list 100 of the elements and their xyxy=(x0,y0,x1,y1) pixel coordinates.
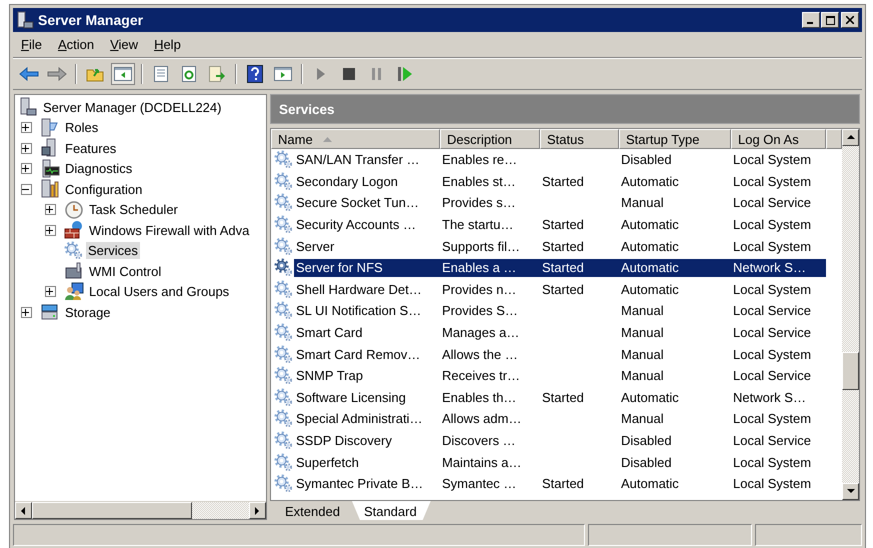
show-tree-icon[interactable] xyxy=(111,63,135,85)
table-cell-text: Started xyxy=(541,390,585,405)
minimize-button[interactable] xyxy=(802,12,820,28)
tree-item[interactable]: Windows Firewall with Adva xyxy=(87,222,252,239)
expand-toggle[interactable] xyxy=(45,224,56,236)
tree-item[interactable]: Diagnostics xyxy=(63,160,134,178)
table-cell-text: Started xyxy=(541,282,585,297)
expand-toggle[interactable] xyxy=(45,204,56,216)
expand-toggle[interactable] xyxy=(21,163,32,174)
scroll-down-button[interactable] xyxy=(842,483,859,500)
table-cell-text: Symantec … xyxy=(441,476,518,492)
column-header[interactable]: Name xyxy=(271,129,440,149)
expand-toggle[interactable] xyxy=(45,286,56,298)
menu-item[interactable]: Help xyxy=(148,36,187,53)
table-cell-text: Server for NFS xyxy=(295,260,384,276)
tree-item[interactable]: Storage xyxy=(63,304,113,321)
menu-item[interactable]: Action xyxy=(52,36,100,53)
table-cell-text: Special Administrati… xyxy=(295,411,424,426)
service-row[interactable]: Special Administrati… Allows adm… Manual Local System xyxy=(294,410,826,428)
scroll-thumb[interactable] xyxy=(32,502,192,519)
tree-item[interactable]: Features xyxy=(63,140,118,157)
gear-icon xyxy=(274,258,293,278)
table-cell-text: Enables th… xyxy=(441,390,518,405)
table-cell-text: Secure Socket Tun… xyxy=(295,195,420,210)
tree-item[interactable]: Task Scheduler xyxy=(87,201,180,218)
tree-item[interactable]: Roles xyxy=(63,119,100,136)
table-cell-text: SNMP Trap xyxy=(295,368,364,384)
up-arrow-icon xyxy=(846,135,854,140)
service-row[interactable]: Software Licensing Enables th… Started Automatic Network S… xyxy=(294,388,826,406)
column-header[interactable]: Startup Type xyxy=(619,129,731,149)
table-cell-text: Manual xyxy=(620,325,665,340)
table-cell-text: Local System xyxy=(732,238,812,254)
table-cell-text: Manual xyxy=(620,303,665,318)
service-row[interactable]: Security Accounts … The startu… Started Automatic Local System xyxy=(294,216,826,234)
gear-icon xyxy=(274,474,293,494)
scroll-left-button[interactable] xyxy=(15,502,32,519)
scroll-thumb[interactable] xyxy=(842,352,859,390)
table-cell-text: Server xyxy=(295,238,336,254)
users-icon xyxy=(64,282,84,302)
service-row[interactable]: Shell Hardware Det… Provides n… Started Automatic Local System xyxy=(294,280,826,298)
service-row[interactable]: SSDP Discovery Discovers … Disabled Local Service xyxy=(294,432,826,450)
column-header[interactable]: Log On As xyxy=(731,129,826,149)
table-cell-text: Manual xyxy=(620,411,665,426)
monitor-icon xyxy=(40,158,60,179)
column-header[interactable]: Description xyxy=(440,129,540,149)
tree-item[interactable]: Local Users and Groups xyxy=(87,283,232,300)
table-cell-text: Local Service xyxy=(732,303,812,318)
service-row[interactable]: Server for NFS Enables a … Started Automatic Network S… xyxy=(294,258,826,277)
service-row[interactable]: Superfetch Maintains a… Disabled Local System xyxy=(294,453,826,472)
close-icon xyxy=(846,16,854,24)
service-row[interactable]: Smart Card Remov… Allows the … Manual Local System xyxy=(294,345,826,364)
service-row[interactable]: Server Supports fil… Started Automatic Local System xyxy=(294,237,826,256)
scroll-right-button[interactable] xyxy=(249,502,266,519)
column-header[interactable]: Status xyxy=(540,129,619,149)
vertical-scrollbar[interactable] xyxy=(842,129,859,500)
service-row[interactable]: SNMP Trap Receives tr… Manual Local Service xyxy=(294,366,826,385)
table-cell-text: Disabled xyxy=(620,454,673,470)
gear-icon xyxy=(64,241,83,260)
table-cell-text: Started xyxy=(541,238,585,254)
table-cell-text: Provides s… xyxy=(441,195,517,210)
service-row[interactable]: Secondary Logon Enables st… Started Automatic Local System xyxy=(294,172,826,190)
maximize-button[interactable] xyxy=(821,12,839,28)
close-button[interactable] xyxy=(841,12,859,28)
tree-item[interactable]: Configuration xyxy=(63,180,144,198)
table-cell-text: Started xyxy=(541,476,585,492)
panel-header: Services xyxy=(270,94,860,124)
service-row[interactable]: SAN/LAN Transfer … Enables re… Disabled Local System xyxy=(294,150,826,169)
tree-item[interactable]: WMI Control xyxy=(87,262,164,280)
plus-icon xyxy=(22,308,28,316)
table-cell-text: Shell Hardware Det… xyxy=(295,282,423,297)
table-cell-text: Disabled xyxy=(620,433,673,448)
table-cell-text: Software Licensing xyxy=(295,390,407,405)
menu-item[interactable]: View xyxy=(104,36,144,53)
expand-toggle[interactable] xyxy=(21,142,32,154)
expand-toggle[interactable] xyxy=(21,122,32,134)
horizontal-scrollbar[interactable] xyxy=(15,501,266,519)
table-cell-text: Automatic xyxy=(620,260,680,276)
window-title: Server Manager xyxy=(38,12,144,28)
expand-toggle[interactable] xyxy=(21,306,32,318)
app-icon xyxy=(16,11,34,29)
table-cell-text: Local Service xyxy=(732,368,812,384)
scroll-up-button[interactable] xyxy=(842,129,859,146)
menu-item[interactable]: File xyxy=(15,36,48,53)
table-cell-text: Allows the … xyxy=(441,346,519,362)
gear-icon xyxy=(274,452,293,472)
view-tab[interactable]: Standard xyxy=(352,501,431,520)
service-row[interactable]: Symantec Private B… Symantec … Started Automatic Local System xyxy=(294,474,826,493)
tree-item[interactable]: Server Manager (DCDELL224) xyxy=(41,98,224,116)
gear-icon xyxy=(274,431,293,450)
gear-icon xyxy=(274,323,293,342)
tools-icon xyxy=(40,179,60,200)
tree-item[interactable]: Services xyxy=(86,242,140,260)
gear-icon xyxy=(274,215,293,234)
collapse-toggle[interactable] xyxy=(21,184,32,195)
service-row[interactable]: Smart Card Manages a… Manual Local Service xyxy=(294,324,826,342)
service-row[interactable]: SL UI Notification S… Provides S… Manual Local Service xyxy=(294,302,826,320)
service-row[interactable]: Secure Socket Tun… Provides s… Manual Local Service xyxy=(294,194,826,212)
table-cell-text: Automatic xyxy=(620,238,680,254)
plus-icon xyxy=(46,226,52,234)
table-cell-text: Symantec Private B… xyxy=(295,476,424,492)
